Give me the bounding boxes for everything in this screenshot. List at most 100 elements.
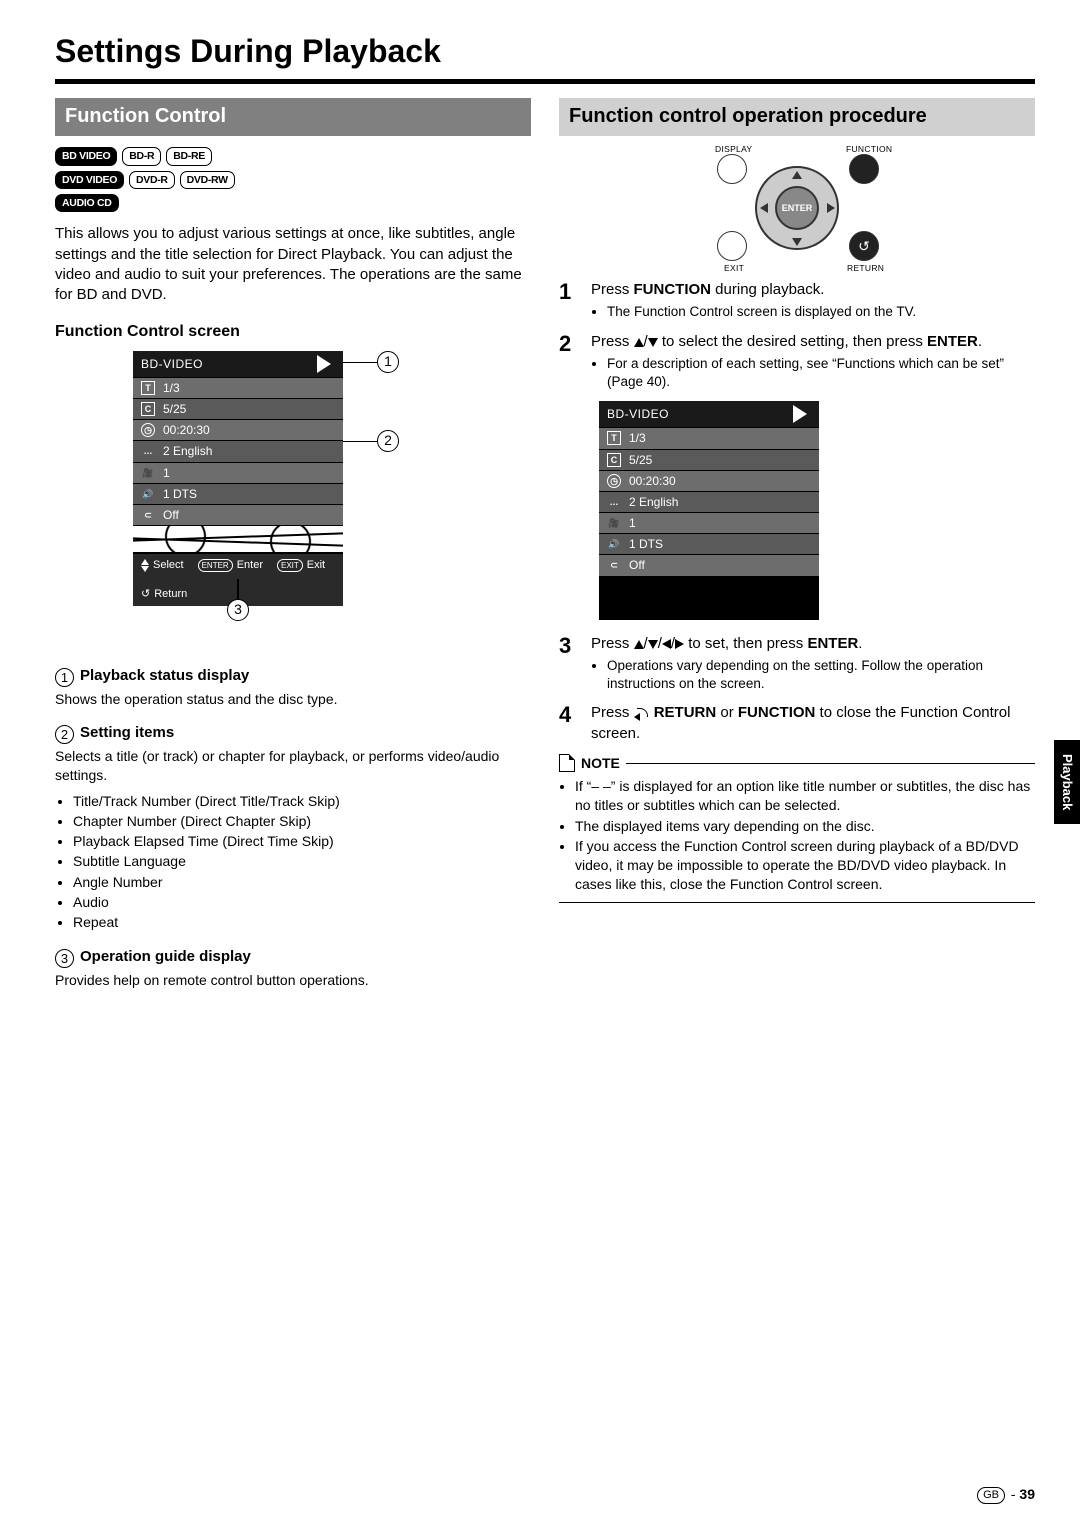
step-number: 2 <box>559 332 581 392</box>
function-button <box>849 154 879 184</box>
list-item: Subtitle Language <box>73 851 531 871</box>
callout-2: 2 <box>377 430 399 452</box>
step-bold: ENTER <box>807 635 858 652</box>
guide-enter: Enter <box>237 558 263 573</box>
play-icon <box>317 355 331 373</box>
note-item: If you access the Function Control scree… <box>575 837 1035 894</box>
side-tab-playback: Playback <box>1054 740 1080 824</box>
down-arrow-icon <box>648 338 658 347</box>
list-item: Angle Number <box>73 872 531 892</box>
return-icon: ↺ <box>141 587 150 602</box>
step-text: Press <box>591 704 634 721</box>
enter-button: ENTER <box>775 186 819 230</box>
badge-bd-re: BD-RE <box>166 147 212 165</box>
fc-screen-illustration-2: BD-VIDEO T1/3 C5/25 ◷00:20:30 …2 English… <box>599 401 819 619</box>
note-list: If “– –” is displayed for an option like… <box>559 777 1035 894</box>
setting-items-list: Title/Track Number (Direct Title/Track S… <box>55 791 531 933</box>
exit-pill: EXIT <box>277 559 303 572</box>
step-text: Press <box>591 281 634 298</box>
dpad-up-icon <box>792 171 802 179</box>
item-title-playback-status: Playback status display <box>80 667 249 684</box>
step-bold: FUNCTION <box>634 281 712 298</box>
left-arrow-icon <box>662 639 671 649</box>
step-text: during playback. <box>711 281 824 298</box>
repeat-icon: ⊂ <box>141 508 155 522</box>
badge-dvd-rw: DVD-RW <box>180 171 235 189</box>
angle-icon: 🎥 <box>607 516 621 530</box>
audio-icon: 🔊 <box>141 487 155 501</box>
step-4: 4 Press RETURN or FUNCTION to close the … <box>559 703 1035 744</box>
chapter-icon: C <box>607 453 621 467</box>
note-item: If “– –” is displayed for an option like… <box>575 777 1035 815</box>
item-2-desc: Selects a title (or track) or chapter fo… <box>55 747 531 785</box>
note-label: NOTE <box>581 754 620 773</box>
fc-value: 2 English <box>163 443 212 459</box>
step-sub: The Function Control screen is displayed… <box>607 303 1035 321</box>
display-button <box>717 154 747 184</box>
item-3-desc: Provides help on remote control button o… <box>55 971 531 990</box>
sub-head-fc-screen: Function Control screen <box>55 321 531 343</box>
fc-screen-illustration: BD-VIDEO T1/3 C5/25 ◷00:20:30 …2 English… <box>133 351 433 606</box>
item-1-desc: Shows the operation status and the disc … <box>55 690 531 709</box>
title-icon: T <box>141 381 155 395</box>
step-text: Press <box>591 333 634 350</box>
item-number-1: 1 <box>55 668 74 687</box>
list-item: Playback Elapsed Time (Direct Time Skip) <box>73 831 531 851</box>
callout-1: 1 <box>377 351 399 373</box>
chapter-icon: C <box>141 402 155 416</box>
fc-value: 00:20:30 <box>629 473 676 489</box>
fc-value: 1 <box>629 515 636 531</box>
guide-exit: Exit <box>307 558 325 573</box>
step-sub: For a description of each setting, see “… <box>607 355 1035 391</box>
step-number: 3 <box>559 634 581 694</box>
down-arrow-icon <box>648 640 658 649</box>
fc-value: 1 <box>163 465 170 481</box>
title-icon: T <box>607 431 621 445</box>
step-sub: Operations vary depending on the setting… <box>607 657 1035 693</box>
remote-label-exit: EXIT <box>724 263 744 274</box>
item-title-operation-guide: Operation guide display <box>80 948 251 965</box>
fc-value: 00:20:30 <box>163 422 210 438</box>
note-icon <box>559 754 575 772</box>
section-head-function-control: Function Control <box>55 98 531 136</box>
badge-dvd-video: DVD VIDEO <box>55 171 124 189</box>
fc-value: 1/3 <box>629 430 646 446</box>
remote-label-return: RETURN <box>847 263 884 274</box>
step-2: 2 Press / to select the desired setting,… <box>559 332 1035 392</box>
fc-value: 5/25 <box>629 452 652 468</box>
item-number-2: 2 <box>55 725 74 744</box>
page-footer: GB - 39 <box>977 1485 1035 1504</box>
item-number-3: 3 <box>55 949 74 968</box>
enter-pill: ENTER <box>198 559 233 572</box>
fc-value: 1 DTS <box>163 486 197 502</box>
left-column: Function Control BD VIDEO BD-R BD-RE DVD… <box>55 98 531 989</box>
dpad-left-icon <box>760 203 768 213</box>
intro-paragraph: This allows you to adjust various settin… <box>55 224 531 305</box>
list-item: Chapter Number (Direct Chapter Skip) <box>73 811 531 831</box>
badge-bd-r: BD-R <box>122 147 161 165</box>
note-end-rule <box>559 902 1035 903</box>
item-1-head: 1 Playback status display <box>55 666 531 687</box>
fc-value: 1 DTS <box>629 536 663 552</box>
fc-value: 5/25 <box>163 401 186 417</box>
list-item: Repeat <box>73 912 531 932</box>
step-number: 4 <box>559 703 581 744</box>
fc-value: Off <box>629 557 645 573</box>
subtitle-icon: … <box>141 445 155 459</box>
page-title: Settings During Playback <box>55 30 1035 73</box>
item-title-setting-items: Setting items <box>80 724 174 741</box>
step-text: . <box>858 635 862 652</box>
guide-return: Return <box>154 587 187 602</box>
note-item: The displayed items vary depending on th… <box>575 817 1035 836</box>
dpad-right-icon <box>827 203 835 213</box>
list-item: Title/Track Number (Direct Title/Track S… <box>73 791 531 811</box>
repeat-icon: ⊂ <box>607 559 621 573</box>
return-button: ↺ <box>849 231 879 261</box>
clock-icon: ◷ <box>141 423 155 437</box>
fc-header-title: BD-VIDEO <box>141 356 203 372</box>
step-bold: ENTER <box>927 333 978 350</box>
dpad-down-icon <box>792 238 802 246</box>
item-3-head: 3 Operation guide display <box>55 947 531 968</box>
page-number: 39 <box>1019 1486 1035 1502</box>
step-text: Press <box>591 635 634 652</box>
